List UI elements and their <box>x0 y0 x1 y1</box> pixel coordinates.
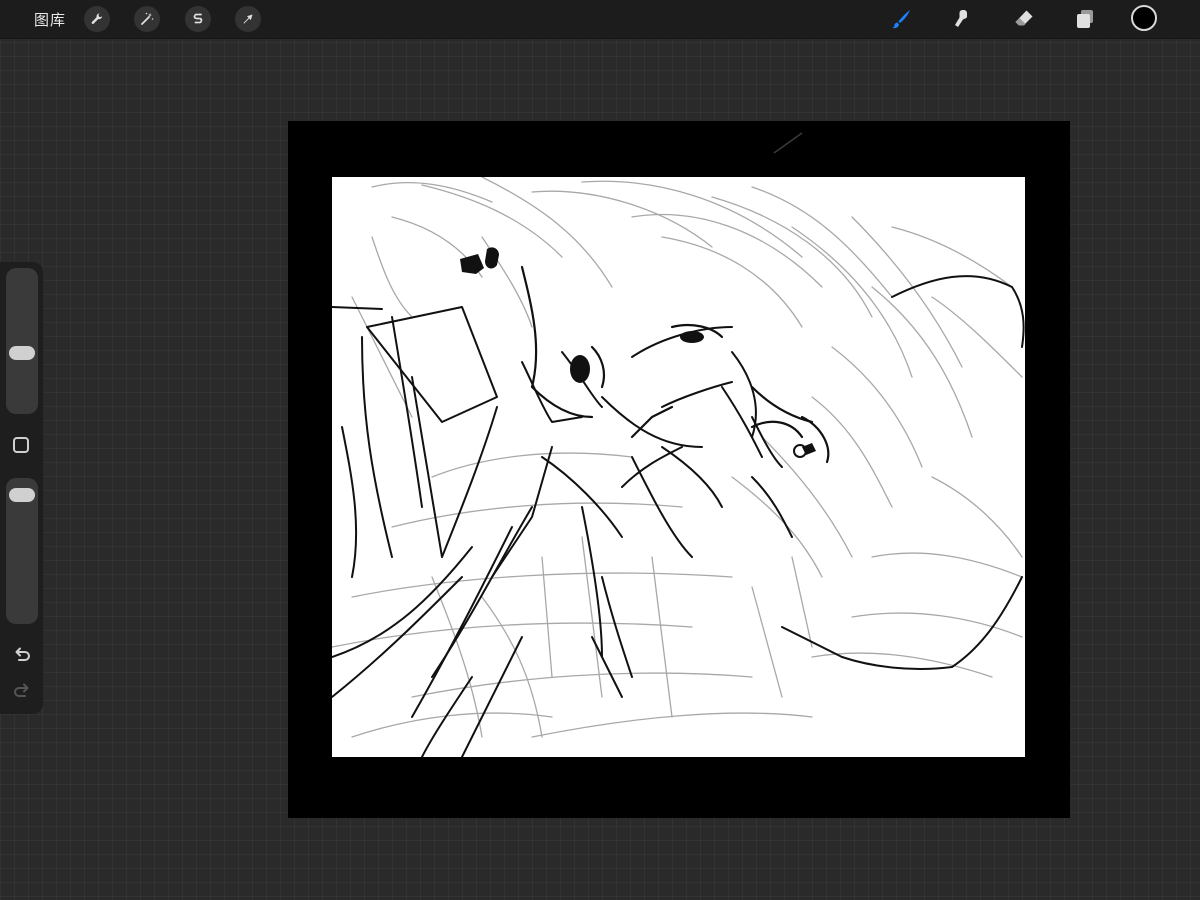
adjustments-button[interactable] <box>134 6 160 32</box>
eraser-icon <box>1015 10 1033 26</box>
wrench-icon <box>91 13 103 24</box>
top-toolbar: 图库 <box>0 0 1200 39</box>
layers-icon <box>1077 10 1093 28</box>
left-sidebar <box>0 262 43 714</box>
brush-icon <box>892 10 910 29</box>
smudge-icon <box>955 10 967 27</box>
brush-opacity-slider-thumb[interactable] <box>9 488 35 503</box>
smudge-tool-button[interactable] <box>948 5 976 33</box>
brush-tool-button[interactable] <box>887 5 915 33</box>
sketch-drawing <box>332 177 1025 757</box>
modify-button[interactable] <box>13 437 29 453</box>
eraser-tool-button[interactable] <box>1010 5 1038 33</box>
canvas[interactable] <box>288 121 1070 818</box>
gallery-button[interactable]: 图库 <box>34 9 66 30</box>
actions-button[interactable] <box>84 6 110 32</box>
redo-button[interactable] <box>11 680 33 702</box>
selection-s-icon <box>193 13 203 24</box>
brush-opacity-slider[interactable] <box>6 478 38 624</box>
brush-size-slider-thumb[interactable] <box>9 346 35 361</box>
magic-wand-icon <box>141 12 154 25</box>
selection-button[interactable] <box>185 6 211 32</box>
arrow-cursor-icon <box>243 14 253 24</box>
brush-size-slider[interactable] <box>6 268 38 414</box>
color-picker-button[interactable] <box>1131 5 1157 31</box>
procreate-app: 图库 <box>0 0 1200 900</box>
layers-button[interactable] <box>1071 5 1099 33</box>
transform-button[interactable] <box>235 6 261 32</box>
artboard[interactable] <box>332 177 1025 757</box>
undo-button[interactable] <box>11 644 33 666</box>
